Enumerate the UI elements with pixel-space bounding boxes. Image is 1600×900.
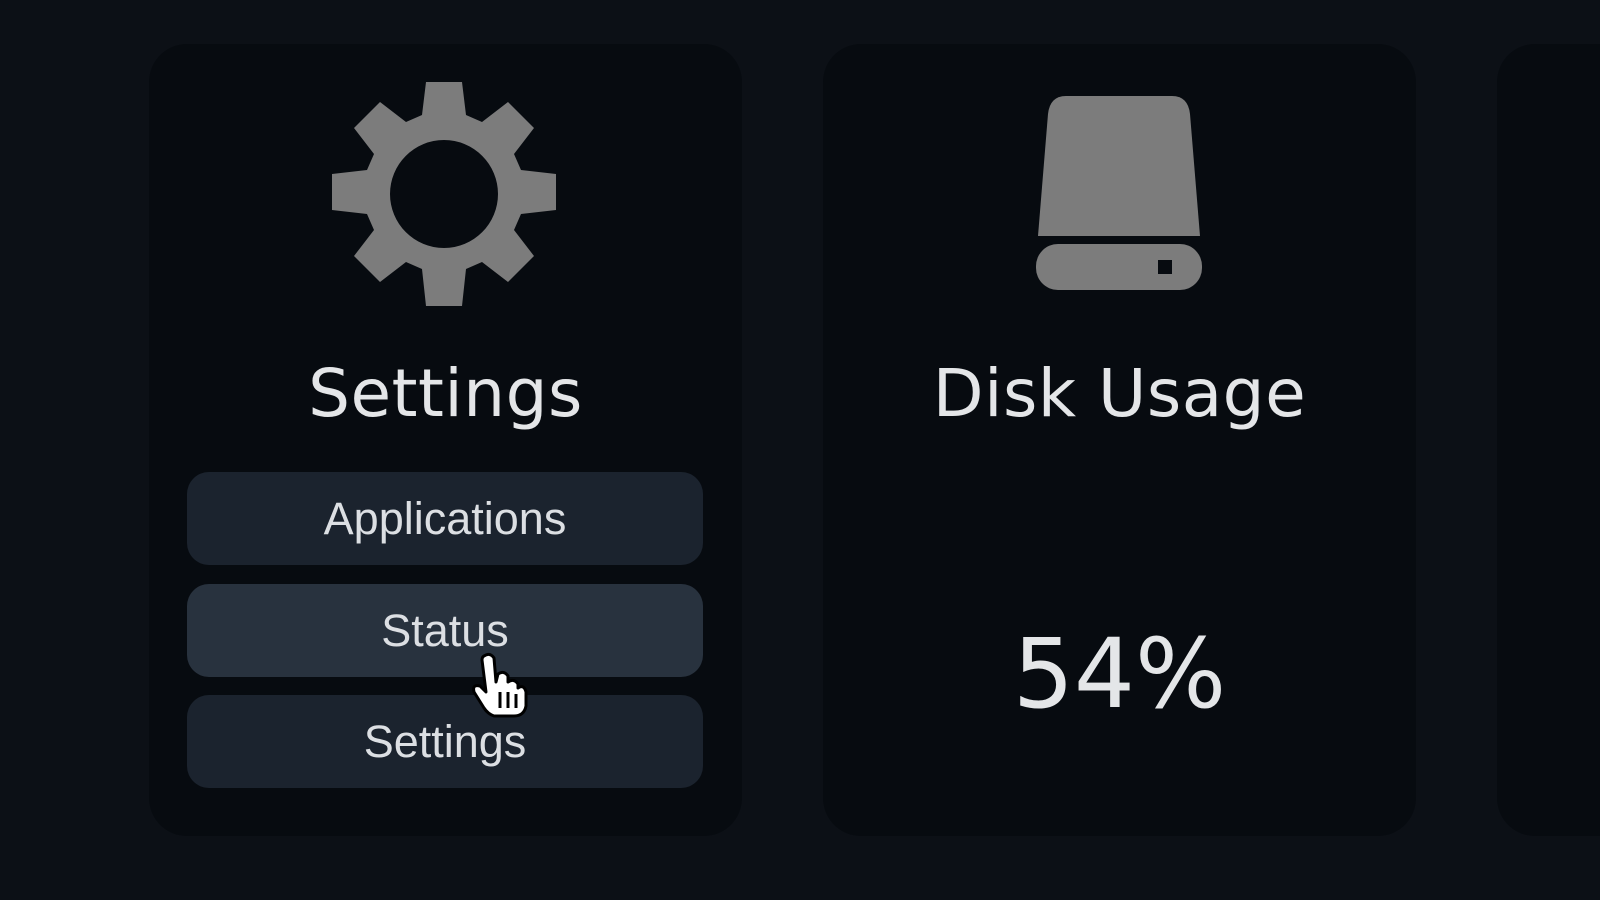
hard-drive-icon — [1036, 96, 1202, 290]
dashboard: Settings Applications Status Settings Di… — [0, 0, 1600, 900]
partial-card — [1497, 44, 1600, 836]
disk-usage-value: 54% — [1012, 618, 1227, 730]
applications-button[interactable]: Applications — [187, 472, 703, 565]
settings-card: Settings Applications Status Settings — [149, 44, 742, 836]
settings-card-title: Settings — [308, 355, 583, 432]
settings-button[interactable]: Settings — [187, 695, 703, 788]
disk-usage-card: Disk Usage 54% — [823, 44, 1416, 836]
disk-usage-card-title: Disk Usage — [932, 355, 1307, 432]
gear-icon — [332, 82, 556, 306]
hand-pointer-icon — [472, 652, 528, 718]
status-button[interactable]: Status — [187, 584, 703, 677]
